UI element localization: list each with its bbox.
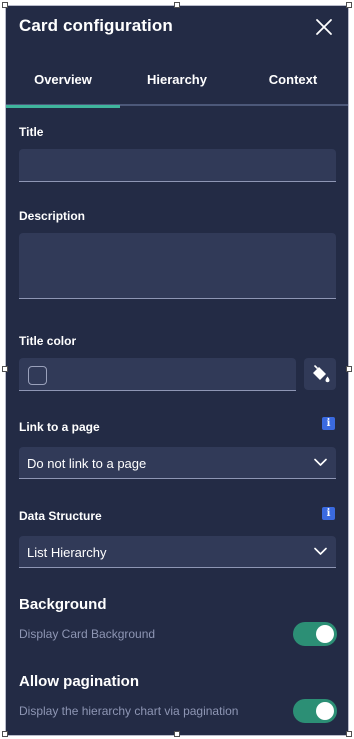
data-structure-selected: List Hierarchy (27, 545, 107, 560)
toggle-knob (316, 702, 334, 720)
background-heading: Background (19, 596, 107, 613)
display-card-background-label: Display Card Background (19, 627, 156, 641)
link-to-page-select[interactable]: Do not link to a page (19, 447, 336, 479)
title-color-input[interactable] (19, 358, 296, 391)
allow-pagination-heading: Allow pagination (19, 673, 139, 690)
tab-hierarchy[interactable]: Hierarchy (120, 66, 234, 106)
paint-bucket-icon (313, 365, 330, 383)
resize-handle-bottom-left[interactable] (2, 731, 8, 737)
info-icon[interactable]: i (322, 417, 335, 430)
tab-context-label: Context (268, 72, 318, 87)
close-button[interactable] (314, 17, 334, 37)
color-picker-button[interactable] (304, 358, 336, 390)
pagination-toggle[interactable] (293, 699, 337, 723)
tab-context[interactable]: Context (236, 66, 350, 106)
link-to-page-label: Link to a page (19, 420, 100, 434)
tab-overview-label: Overview (34, 72, 92, 87)
data-structure-label: Data Structure (19, 509, 102, 523)
close-icon (316, 19, 332, 35)
chevron-down-icon (314, 547, 327, 555)
description-label: Description (19, 209, 86, 223)
tab-hierarchy-label: Hierarchy (147, 72, 207, 87)
card-configuration-panel: Card configuration Overview Hierarchy Co… (5, 5, 349, 736)
resize-handle-top-left[interactable] (2, 2, 8, 8)
description-textarea[interactable] (19, 233, 336, 299)
info-icon[interactable]: i (322, 507, 335, 520)
resize-handle-top-right[interactable] (346, 2, 352, 8)
data-structure-select[interactable]: List Hierarchy (19, 536, 336, 568)
pagination-toggle-label: Display the hierarchy chart via paginati… (19, 704, 239, 718)
chevron-down-icon (314, 458, 327, 466)
tab-bar: Overview Hierarchy Context (6, 66, 350, 108)
resize-handle-bottom-right[interactable] (346, 731, 352, 737)
title-color-label: Title color (19, 334, 77, 348)
resize-handle-top-middle[interactable] (174, 2, 180, 8)
toggle-knob (316, 625, 334, 643)
title-input[interactable] (19, 149, 336, 182)
link-to-page-selected: Do not link to a page (27, 456, 147, 471)
color-swatch[interactable] (28, 366, 47, 385)
resize-handle-middle-right[interactable] (346, 366, 352, 372)
tab-overview[interactable]: Overview (6, 66, 120, 108)
panel-title: Card configuration (19, 16, 173, 35)
panel-header: Card configuration (6, 6, 348, 54)
title-label: Title (19, 125, 44, 139)
display-card-background-toggle[interactable] (293, 622, 337, 646)
resize-handle-middle-left[interactable] (2, 366, 8, 372)
resize-handle-bottom-middle[interactable] (174, 731, 180, 737)
